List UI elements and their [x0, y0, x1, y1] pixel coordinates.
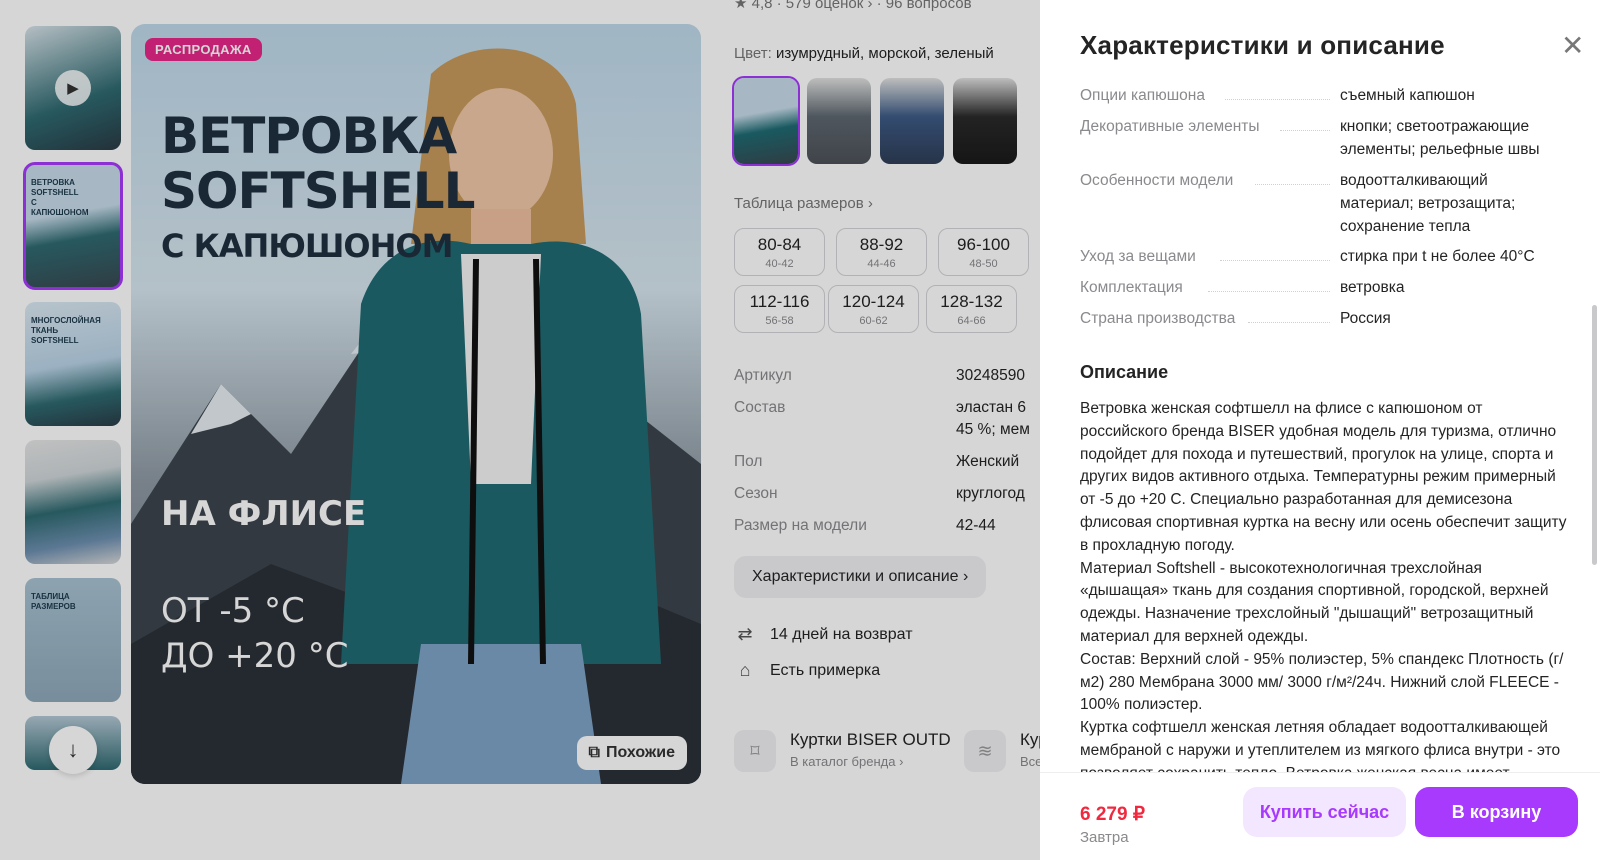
char-value: кнопки; светоотражающие элементы; рельеф… [1340, 118, 1540, 158]
characteristics-panel: Характеристики и описание ✕ Опции капюшо… [1040, 0, 1600, 860]
char-value: ветровка [1340, 279, 1405, 296]
char-value: стирка при t не более 40°С [1340, 248, 1535, 265]
dotted-leader [1220, 260, 1330, 261]
char-key: Уход за вещами [1080, 248, 1196, 265]
dotted-leader [1248, 322, 1330, 323]
buy-now-button[interactable]: Купить сейчас [1243, 787, 1406, 837]
char-value: Россия [1340, 310, 1391, 327]
panel-title: Характеристики и описание [1080, 30, 1445, 60]
close-icon[interactable]: ✕ [1561, 32, 1584, 60]
char-key: Опции капюшона [1080, 87, 1205, 104]
dotted-leader [1208, 291, 1330, 292]
dotted-leader [1225, 99, 1330, 100]
char-key: Декоративные элементы [1080, 118, 1260, 135]
description-heading: Описание [1080, 362, 1169, 382]
delivery-date: Завтра [1080, 829, 1129, 846]
price: 6 279 ₽ [1080, 804, 1145, 825]
char-value: съемный капюшон [1340, 87, 1475, 104]
dotted-leader [1255, 184, 1330, 185]
char-key: Комплектация [1080, 279, 1183, 296]
dotted-leader [1280, 130, 1330, 131]
char-key: Особенности модели [1080, 172, 1234, 189]
modal-backdrop[interactable] [0, 0, 1040, 860]
add-to-cart-button[interactable]: В корзину [1415, 787, 1578, 837]
char-key: Страна производства [1080, 310, 1236, 327]
char-value: водоотталкивающий материал; ветрозащита;… [1340, 172, 1516, 235]
purchase-footer: 6 279 ₽ Завтра Купить сейчас В корзину [1040, 772, 1600, 860]
description-text: Ветровка женская софтшелл на флисе с кап… [1080, 400, 1567, 772]
panel-scrollbar[interactable] [1592, 305, 1597, 565]
